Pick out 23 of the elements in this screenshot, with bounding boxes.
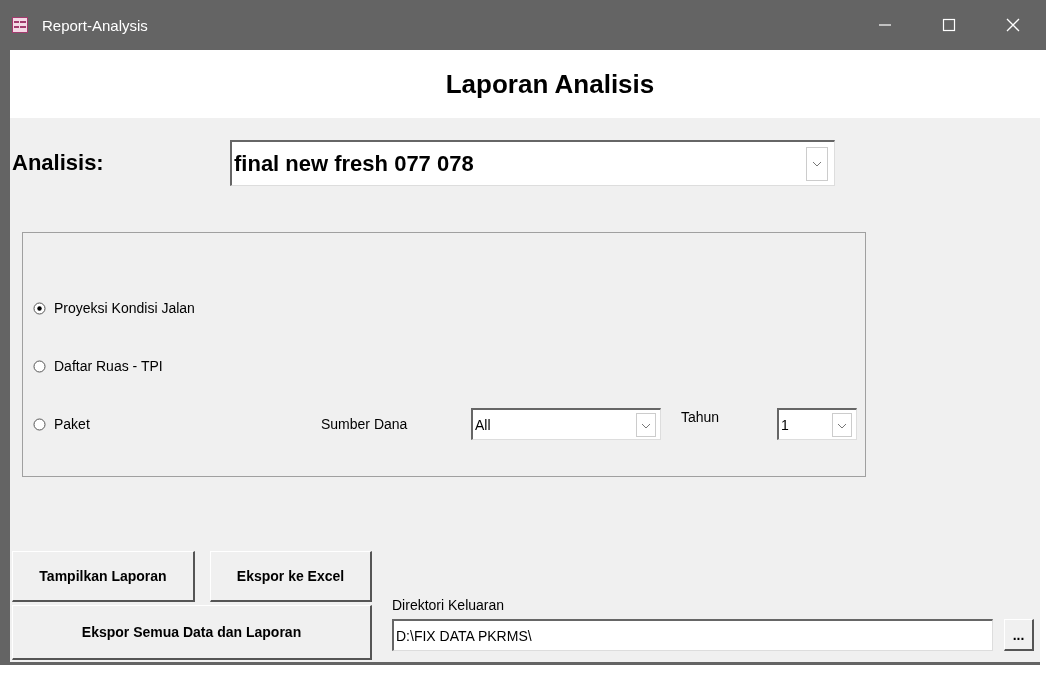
funding-dropdown[interactable]: All — [471, 408, 661, 440]
output-directory-field[interactable]: D:\FIX DATA PKRMS\ — [392, 619, 993, 651]
export-all-button[interactable]: Ekspor Semua Data dan Laporan — [12, 605, 372, 660]
radio-option[interactable]: Proyeksi Kondisi Jalan — [33, 300, 321, 316]
form-icon — [12, 17, 28, 33]
radio-button-icon[interactable] — [33, 301, 46, 315]
show-report-button[interactable]: Tampilkan Laporan — [12, 551, 195, 602]
radio-button-icon[interactable] — [33, 417, 46, 431]
export-excel-button[interactable]: Ekspor ke Excel — [210, 551, 372, 602]
radio-option[interactable]: Daftar Ruas - TPI — [33, 358, 321, 374]
year-dropdown[interactable]: 1 — [777, 408, 857, 440]
close-icon[interactable] — [1006, 18, 1020, 32]
radio-button-icon[interactable] — [33, 359, 46, 373]
analysis-dropdown[interactable]: final new fresh 077 078 — [230, 140, 835, 186]
browse-button[interactable]: ... — [1004, 619, 1034, 651]
year-label: Tahun — [681, 409, 721, 425]
funding-label: Sumber Dana — [321, 416, 409, 432]
radio-option[interactable]: Paket — [33, 416, 321, 432]
form-title: Laporan Analisis — [445, 68, 655, 100]
maximize-icon[interactable] — [942, 18, 956, 32]
analysis-label: Analisis: — [12, 150, 105, 176]
window-title: Report-Analysis — [42, 16, 148, 34]
output-directory-label: Direktori Keluaran — [392, 597, 506, 613]
